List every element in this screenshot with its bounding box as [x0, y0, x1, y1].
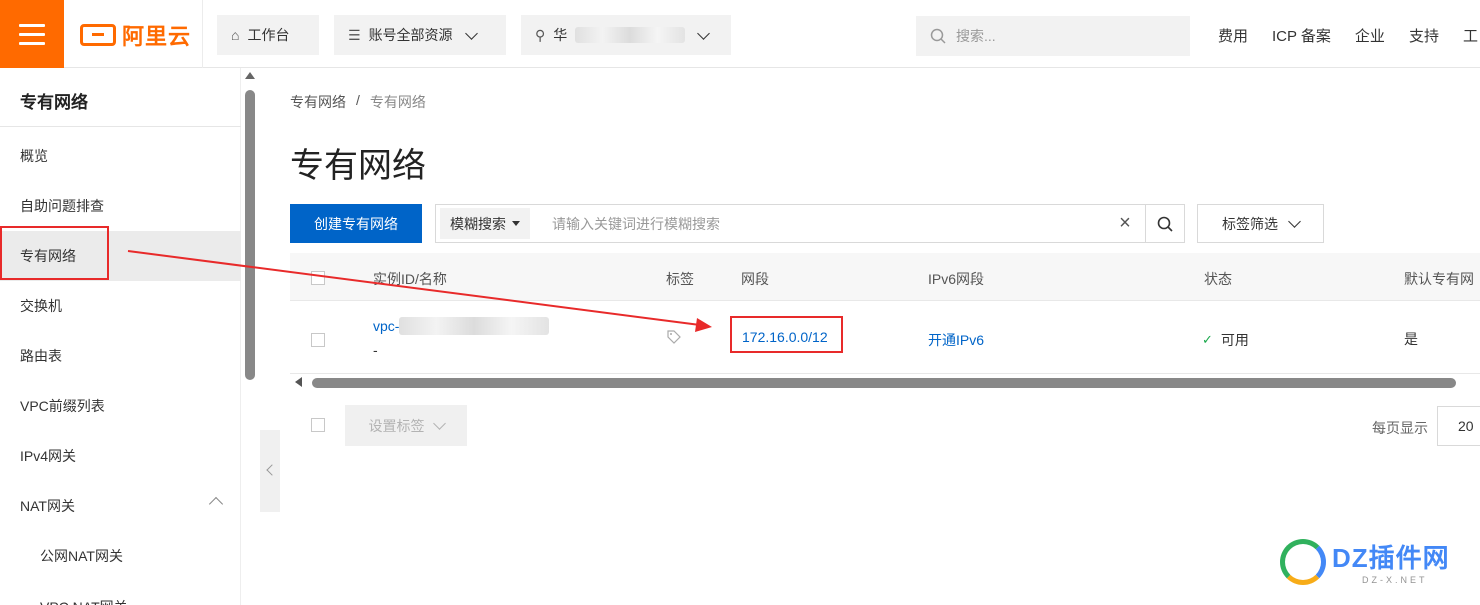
watermark-sub-text: DZ-X.NET	[1362, 575, 1428, 585]
watermark-text: DZ插件网 DZ-X.NET	[1332, 538, 1450, 585]
watermark-badge-icon	[1280, 538, 1326, 585]
annotation-arrow-head	[695, 318, 712, 332]
annotation-arrow	[127, 250, 712, 332]
watermark-logo: DZ插件网 DZ-X.NET	[1280, 538, 1450, 585]
annotation-arrow-line	[127, 250, 701, 326]
watermark-main-text: DZ插件网	[1332, 543, 1450, 573]
